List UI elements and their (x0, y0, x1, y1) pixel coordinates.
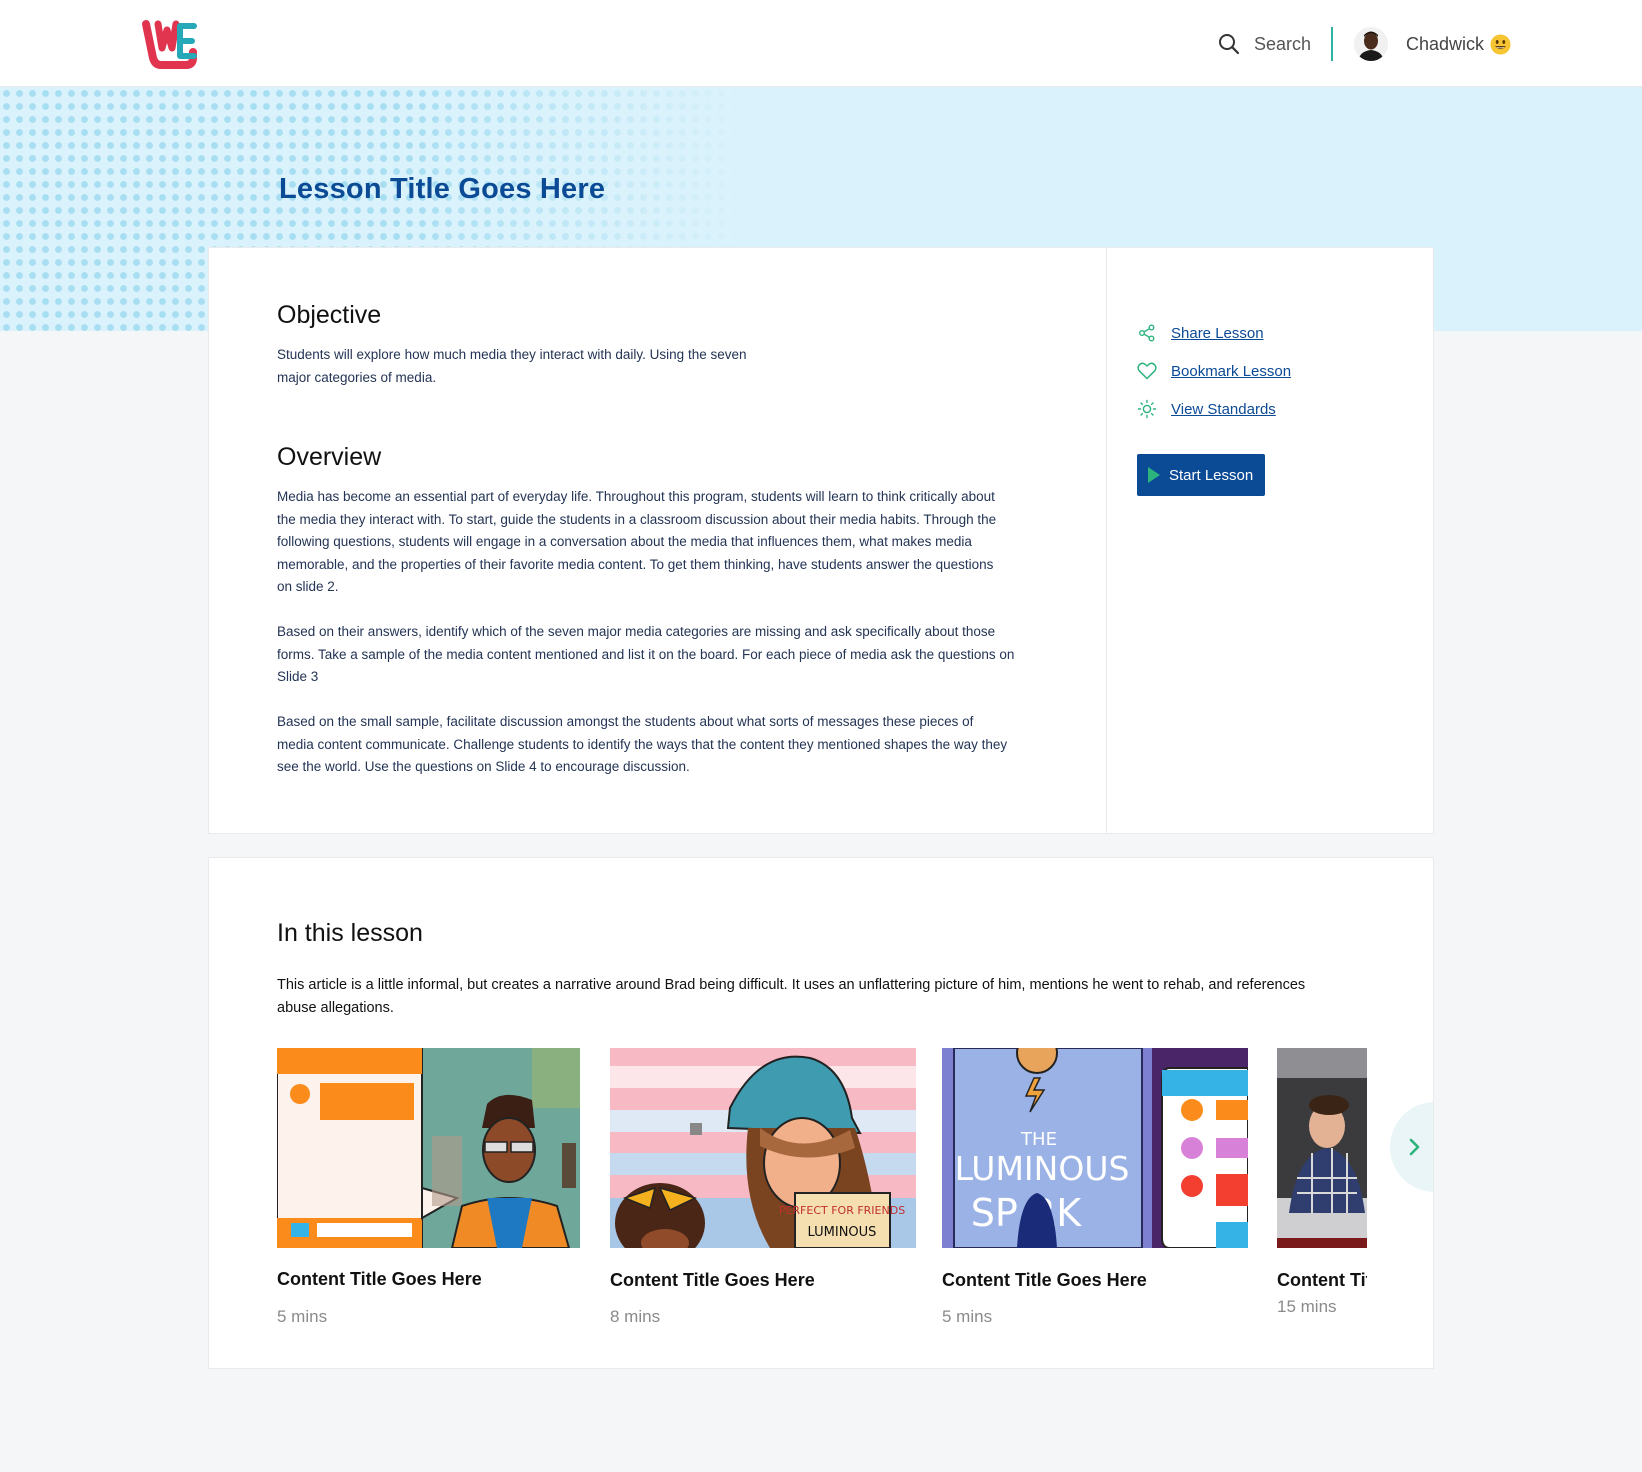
content-card[interactable]: Content Title Goes Here 5 mins (277, 1048, 580, 1326)
thumbnail-sign-text: PERFECT FOR FRIENDS (779, 1204, 905, 1217)
content-card[interactable]: PERFECT FOR FRIENDS LUMINOUS Content Tit… (610, 1048, 916, 1326)
objective-text: Students will explore how much media the… (277, 347, 747, 385)
lesson-actions: Share Lesson Bookmark Lesson View Standa… (1137, 314, 1291, 428)
sun-icon (1137, 399, 1157, 419)
in-this-lesson-heading: In this lesson (277, 919, 423, 947)
thumbnail-the-text: THE (1020, 1129, 1057, 1150)
content-thumbnail (277, 1048, 580, 1248)
search-icon (1219, 34, 1240, 55)
bookmark-lesson-link[interactable]: Bookmark Lesson (1137, 352, 1291, 390)
play-icon (1148, 467, 1160, 483)
share-icon (1137, 323, 1157, 343)
bookmark-lesson-label[interactable]: Bookmark Lesson (1171, 363, 1291, 380)
search-label: Search (1254, 33, 1312, 54)
header-divider (1331, 27, 1333, 61)
content-thumbnail (1277, 1048, 1367, 1248)
thumbnail-title-text: LUMINOUS (955, 1149, 1130, 1188)
lesson-title: Lesson Title Goes Here (279, 173, 606, 205)
content-duration: 15 mins (1277, 1297, 1337, 1316)
start-lesson-label: Start Lesson (1169, 466, 1254, 484)
avatar (1354, 27, 1388, 61)
objective-heading: Objective (277, 301, 382, 329)
share-lesson-link[interactable]: Share Lesson (1137, 314, 1291, 352)
content-title: Content Title Goes Here (277, 1269, 482, 1289)
site-logo[interactable] (140, 18, 198, 70)
overview-paragraph-1: Media has become an essential part of ev… (277, 489, 997, 594)
view-standards-link[interactable]: View Standards (1137, 390, 1291, 428)
content-thumbnail: THE LUMINOUS SP RK (942, 1048, 1248, 1248)
lesson-description: This article is a little informal, but c… (277, 977, 1306, 1016)
top-navigation-bar: Search Chadwick (0, 0, 1642, 87)
lesson-content-panel: Objective Students will explore how much… (209, 248, 1107, 833)
thumbnail-sign-subtext: LUMINOUS (808, 1225, 877, 1240)
content-card[interactable]: THE LUMINOUS SP RK Content Title Goes He… (942, 1048, 1248, 1326)
in-this-lesson-card: In this lesson This article is a little … (208, 857, 1434, 1369)
carousel-next-button[interactable] (1390, 1102, 1433, 1192)
content-duration: 8 mins (610, 1307, 661, 1326)
view-standards-label[interactable]: View Standards (1171, 401, 1276, 418)
content-carousel: Content Title Goes Here 5 mins PERFECT F… (277, 1048, 1367, 1348)
content-title: Content Title Goes Here (1277, 1270, 1367, 1290)
overview-paragraph-2: Based on their answers, identify which o… (277, 624, 1015, 684)
user-name: Chadwick (1406, 33, 1485, 54)
share-lesson-label[interactable]: Share Lesson (1171, 325, 1264, 342)
lesson-details-card: Objective Students will explore how much… (208, 247, 1434, 834)
overview-heading: Overview (277, 443, 382, 471)
chevron-right-icon (1409, 1138, 1420, 1156)
content-thumbnail: PERFECT FOR FRIENDS LUMINOUS (610, 1048, 916, 1248)
content-duration: 5 mins (277, 1307, 328, 1326)
overview-paragraph-3: Based on the small sample, facilitate di… (277, 714, 1008, 774)
content-title: Content Title Goes Here (942, 1270, 1147, 1290)
content-duration: 5 mins (942, 1307, 993, 1326)
search-button[interactable]: Search (1218, 28, 1311, 60)
start-lesson-button[interactable]: Start Lesson (1137, 454, 1265, 496)
heart-icon (1137, 361, 1157, 381)
content-title: Content Title Goes Here (610, 1270, 815, 1290)
smiley-emoji-icon (1490, 34, 1511, 54)
content-card[interactable]: Content Title Goes Here 15 mins (1277, 1048, 1367, 1316)
user-menu[interactable]: Chadwick (1354, 24, 1511, 64)
